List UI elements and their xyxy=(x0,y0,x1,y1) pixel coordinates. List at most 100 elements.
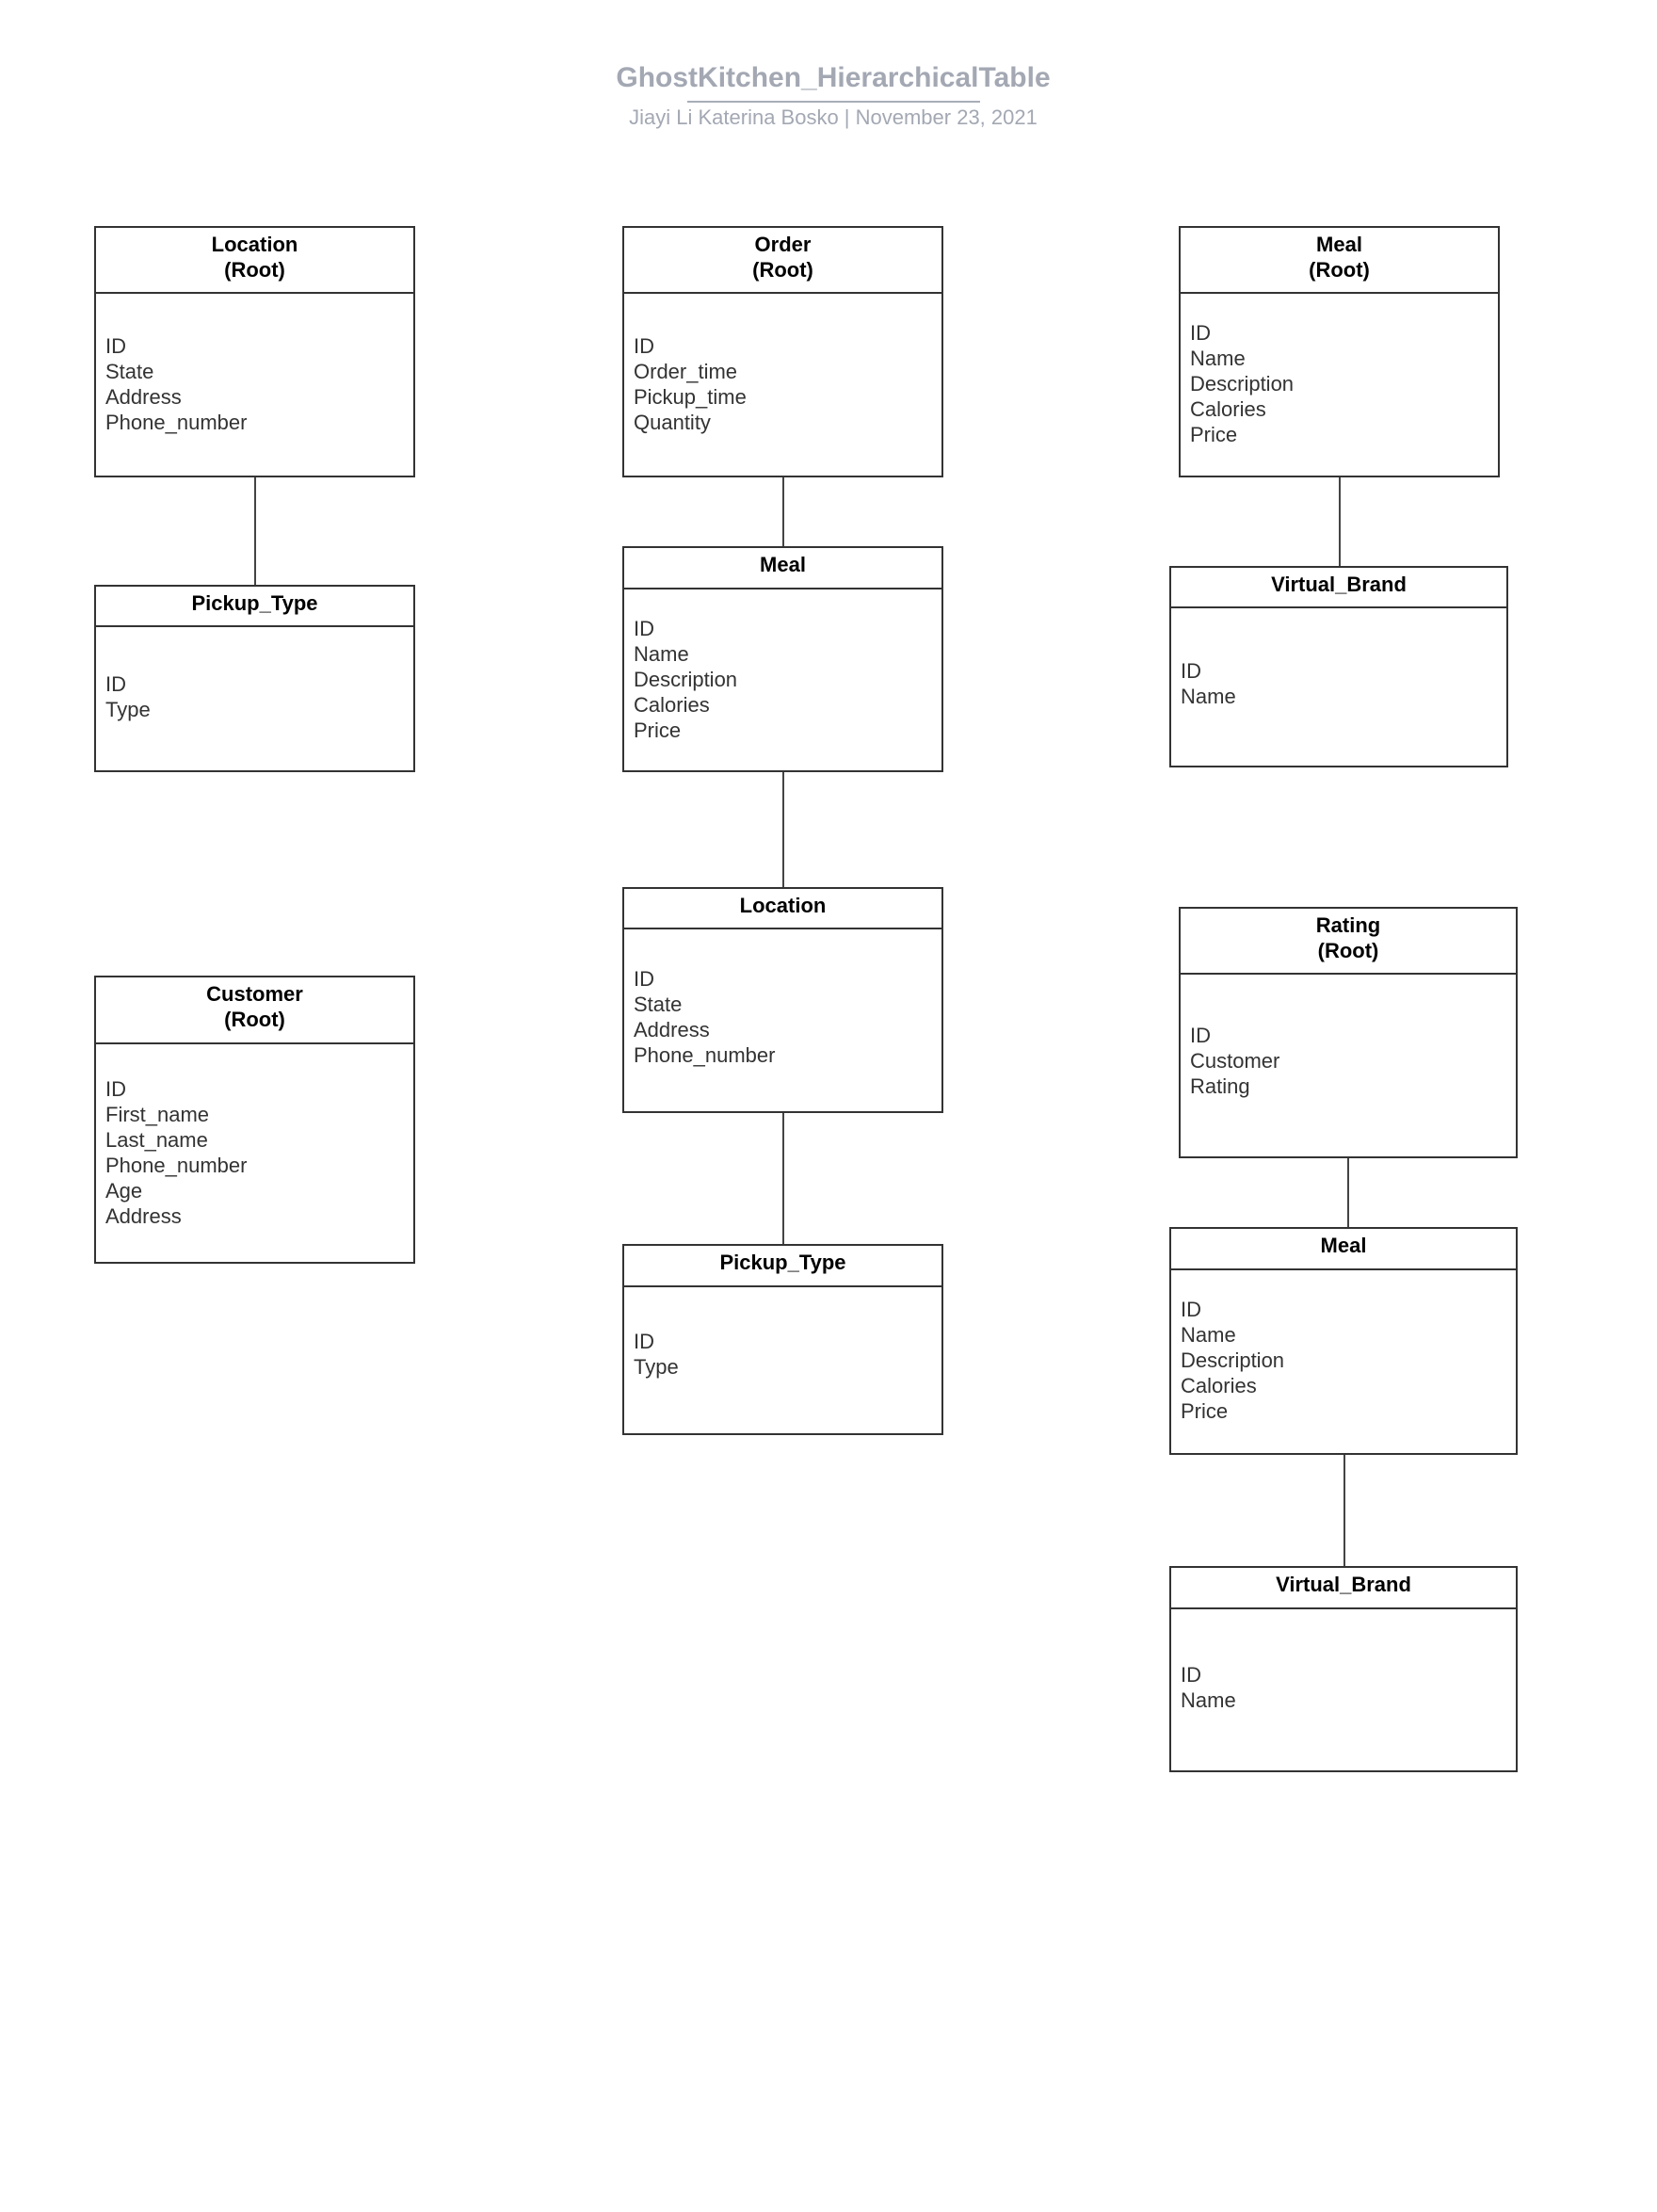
field: Description xyxy=(634,668,738,691)
field: ID xyxy=(105,334,126,358)
field: Quantity xyxy=(634,411,711,434)
field: ID xyxy=(1181,1298,1201,1321)
entity-fields: ID Type xyxy=(634,1329,679,1380)
entity-fields: ID State Address Phone_number xyxy=(105,333,247,435)
field: Name xyxy=(634,642,689,666)
entity-fields: ID Customer Rating xyxy=(1190,1023,1279,1099)
entity-fields: ID Name Description Calories Price xyxy=(634,616,737,743)
entity-header: Location xyxy=(624,889,941,929)
field: ID xyxy=(1181,1663,1201,1687)
field: Calories xyxy=(1181,1374,1257,1397)
entity-header: Meal (Root) xyxy=(1181,228,1498,294)
entity-order-root[interactable]: Order (Root) ID Order_time Pickup_time Q… xyxy=(622,226,943,477)
entity-header: Meal xyxy=(624,548,941,589)
entity-rating-root[interactable]: Rating (Root) ID Customer Rating xyxy=(1179,907,1518,1158)
field: Type xyxy=(634,1355,679,1379)
field: ID xyxy=(634,617,654,640)
entity-name: Meal xyxy=(1320,1234,1367,1257)
entity-location-root[interactable]: Location (Root) ID State Address Phone_n… xyxy=(94,226,415,477)
field: Phone_number xyxy=(634,1043,776,1067)
entity-order-meal[interactable]: Meal ID Name Description Calories Price xyxy=(622,546,943,772)
field: Phone_number xyxy=(105,1154,248,1177)
field: Type xyxy=(105,698,151,721)
field: Name xyxy=(1181,1688,1236,1712)
field: Price xyxy=(634,718,682,742)
field: Description xyxy=(1181,1348,1285,1372)
field: State xyxy=(105,360,154,383)
field: Name xyxy=(1190,347,1246,370)
field: Calories xyxy=(634,693,710,717)
entity-rating-virtual-brand[interactable]: Virtual_Brand ID Name xyxy=(1169,1566,1518,1772)
field: ID xyxy=(1190,1024,1211,1047)
entity-tag: (Root) xyxy=(1309,258,1370,282)
entity-tag: (Root) xyxy=(752,258,813,282)
entity-tag: (Root) xyxy=(224,258,285,282)
connector-order-meal xyxy=(782,477,784,546)
diagram-subtitle: Jiayi Li Katerina Bosko | November 23, 2… xyxy=(629,105,1038,129)
entity-meal-virtual-brand[interactable]: Virtual_Brand ID Name xyxy=(1169,566,1508,767)
field: ID xyxy=(1181,659,1201,683)
connector-location-pickup-type xyxy=(254,477,256,585)
entity-header: Location (Root) xyxy=(96,228,413,294)
field: Description xyxy=(1190,372,1295,396)
field: ID xyxy=(634,334,654,358)
field: Name xyxy=(1181,1323,1236,1347)
entity-order-pickup-type[interactable]: Pickup_Type ID Type xyxy=(622,1244,943,1435)
entity-fields: ID First_name Last_name Phone_number Age… xyxy=(105,1076,247,1229)
entity-fields: ID Order_time Pickup_time Quantity xyxy=(634,333,747,435)
entity-order-location[interactable]: Location ID State Address Phone_number xyxy=(622,887,943,1113)
field: Address xyxy=(634,1018,710,1041)
entity-customer-root[interactable]: Customer (Root) ID First_name Last_name … xyxy=(94,976,415,1264)
field: Address xyxy=(105,385,182,409)
field: Order_time xyxy=(634,360,738,383)
entity-name: Meal xyxy=(1316,233,1362,256)
entity-name: Pickup_Type xyxy=(719,1251,846,1274)
entity-name: Virtual_Brand xyxy=(1271,573,1407,596)
field: Name xyxy=(1181,685,1236,708)
field: Customer xyxy=(1190,1049,1280,1073)
connector-meal-virtual-brand xyxy=(1339,477,1341,566)
entity-tag: (Root) xyxy=(1317,939,1379,962)
entity-fields: ID Name Description Calories Price xyxy=(1181,1297,1284,1424)
field: Calories xyxy=(1190,397,1266,421)
entity-pickup-type-left[interactable]: Pickup_Type ID Type xyxy=(94,585,415,772)
entity-header: Virtual_Brand xyxy=(1171,568,1506,608)
field: ID xyxy=(105,1077,126,1101)
title-underline xyxy=(687,101,980,103)
connector-meal-location xyxy=(782,772,784,887)
entity-name: Location xyxy=(739,894,827,917)
entity-tag: (Root) xyxy=(224,1008,285,1031)
field: State xyxy=(634,993,683,1016)
entity-header: Rating (Root) xyxy=(1181,909,1516,975)
entity-name: Pickup_Type xyxy=(191,591,318,615)
field: Phone_number xyxy=(105,411,248,434)
field: Price xyxy=(1190,423,1238,446)
field: Age xyxy=(105,1179,143,1203)
field: ID xyxy=(105,672,126,696)
entity-fields: ID State Address Phone_number xyxy=(634,966,775,1068)
entity-header: Customer (Root) xyxy=(96,977,413,1044)
entity-header: Pickup_Type xyxy=(96,587,413,627)
field: ID xyxy=(634,967,654,991)
entity-header: Pickup_Type xyxy=(624,1246,941,1287)
field: Last_name xyxy=(105,1128,208,1152)
entity-meal-root[interactable]: Meal (Root) ID Name Description Calories… xyxy=(1179,226,1500,477)
field: Address xyxy=(105,1204,182,1228)
entity-fields: ID Type xyxy=(105,671,151,722)
field: Pickup_time xyxy=(634,385,747,409)
entity-name: Rating xyxy=(1315,913,1381,937)
entity-name: Customer xyxy=(206,982,303,1006)
field: ID xyxy=(634,1330,654,1353)
entity-header: Meal xyxy=(1171,1229,1516,1270)
field: ID xyxy=(1190,321,1211,345)
diagram-title: GhostKitchen_HierarchicalTable xyxy=(616,62,1051,93)
entity-name: Location xyxy=(211,233,298,256)
entity-fields: ID Name xyxy=(1181,1662,1236,1713)
connector-rating-meal xyxy=(1347,1158,1349,1227)
entity-rating-meal[interactable]: Meal ID Name Description Calories Price xyxy=(1169,1227,1518,1455)
entity-name: Virtual_Brand xyxy=(1276,1573,1411,1596)
entity-fields: ID Name Description Calories Price xyxy=(1190,320,1294,447)
entity-name: Meal xyxy=(760,553,806,576)
entity-name: Order xyxy=(754,233,812,256)
entity-header: Virtual_Brand xyxy=(1171,1568,1516,1609)
